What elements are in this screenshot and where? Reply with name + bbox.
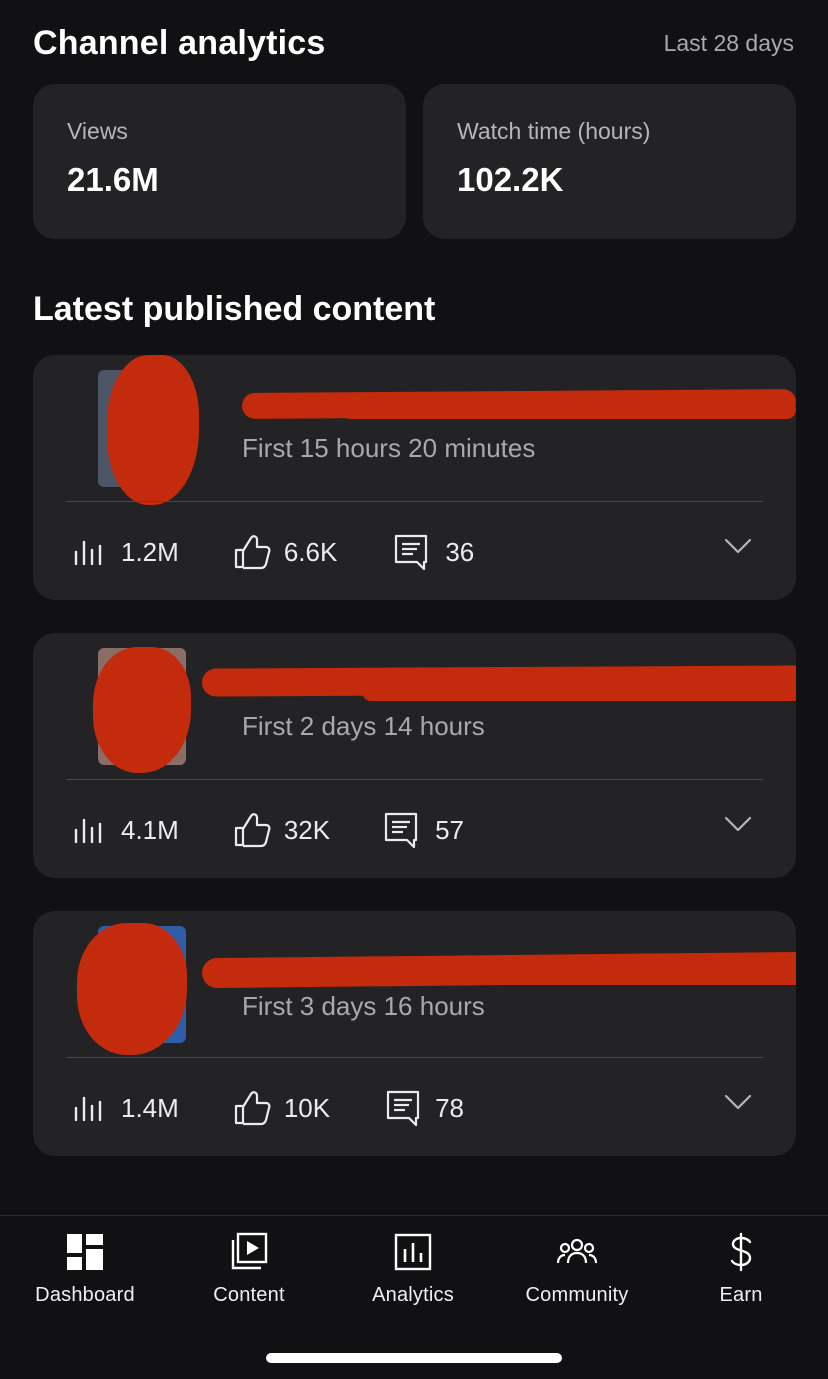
home-indicator[interactable]: [266, 1353, 562, 1363]
nav-analytics[interactable]: Analytics: [333, 1230, 493, 1307]
comments-count: 78: [435, 1092, 464, 1123]
views-count: 4.1M: [121, 814, 179, 845]
nav-label: Content: [213, 1284, 285, 1306]
bar-chart-icon: [74, 540, 102, 566]
nav-community[interactable]: Community: [497, 1230, 657, 1307]
redaction-mark: [93, 647, 191, 773]
likes-metric: 6.6K: [233, 534, 338, 570]
views-label: Views: [67, 118, 128, 144]
watch-time-value: 102.2K: [457, 161, 564, 198]
video-title-redacted: [201, 663, 796, 701]
views-metric: 1.2M: [73, 537, 179, 568]
date-range-selector[interactable]: Last 28 days: [664, 30, 794, 57]
likes-count: 32K: [283, 814, 331, 845]
nav-earn[interactable]: Earn: [661, 1230, 821, 1307]
community-icon: [556, 1230, 598, 1274]
chevron-down-icon[interactable]: [724, 538, 752, 554]
redaction-mark: [107, 355, 199, 505]
content-card[interactable]: First 15 hours 20 minutes 1.2M 6.6K 36: [33, 355, 796, 600]
comment-icon: [384, 812, 418, 849]
comment-icon: [395, 534, 428, 571]
likes-count: 6.6K: [283, 536, 338, 567]
page-title: Channel analytics: [33, 23, 326, 62]
analytics-screen: Channel analytics Last 28 days Views 21.…: [0, 0, 828, 1379]
views-metric: 4.1M: [73, 815, 179, 846]
comments-metric: 78: [385, 1089, 464, 1127]
dashboard-icon: [66, 1230, 104, 1274]
nav-label: Dashboard: [35, 1284, 135, 1306]
thumbs-up-icon: [234, 813, 271, 848]
metrics-row: 1.2M 6.6K 36: [73, 527, 474, 577]
video-duration-label: First 15 hours 20 minutes: [242, 433, 536, 463]
watch-time-card[interactable]: Watch time (hours) 102.2K: [423, 84, 796, 239]
bar-chart-icon: [74, 818, 102, 844]
stats-row: Views 21.6M Watch time (hours) 102.2K: [33, 84, 796, 239]
divider: [66, 501, 763, 502]
nav-content[interactable]: Content: [169, 1230, 329, 1307]
chevron-down-icon[interactable]: [724, 1094, 752, 1110]
comments-metric: 57: [383, 811, 464, 849]
content-card[interactable]: First 2 days 14 hours 4.1M 32K 57: [33, 633, 796, 878]
views-value: 21.6M: [67, 161, 159, 198]
comments-count: 36: [445, 536, 475, 567]
views-count: 1.2M: [121, 536, 179, 567]
likes-metric: 10K: [233, 1090, 330, 1126]
divider: [66, 779, 763, 780]
nav-label: Earn: [719, 1284, 763, 1306]
nav-label: Community: [525, 1284, 629, 1306]
chevron-down-icon[interactable]: [724, 816, 752, 832]
nav-dashboard[interactable]: Dashboard: [5, 1230, 165, 1307]
video-title-redacted: [241, 385, 796, 421]
comment-icon: [386, 1090, 420, 1127]
video-duration-label: First 2 days 14 hours: [242, 711, 485, 741]
likes-metric: 32K: [233, 812, 330, 848]
content-icon: [229, 1230, 269, 1274]
content-card[interactable]: First 3 days 16 hours 1.4M 10K 78: [33, 911, 796, 1156]
metrics-row: 1.4M 10K 78: [73, 1083, 464, 1133]
likes-count: 10K: [283, 1092, 331, 1123]
comments-count: 57: [435, 814, 464, 845]
section-title: Latest published content: [33, 290, 436, 328]
views-metric: 1.4M: [73, 1093, 179, 1124]
thumbs-up-icon: [234, 535, 271, 570]
views-count: 1.4M: [121, 1092, 179, 1123]
analytics-icon: [394, 1230, 432, 1274]
redaction-mark: [77, 923, 187, 1055]
views-card[interactable]: Views 21.6M: [33, 84, 406, 239]
header: Channel analytics Last 28 days: [33, 18, 794, 68]
nav-label: Analytics: [372, 1284, 454, 1306]
divider: [66, 1057, 763, 1058]
video-duration-label: First 3 days 16 hours: [242, 991, 485, 1021]
thumbs-up-icon: [234, 1091, 271, 1126]
video-title-redacted: [201, 941, 796, 989]
watch-time-label: Watch time (hours): [457, 118, 651, 144]
bar-chart-icon: [74, 1096, 102, 1122]
dollar-icon: [728, 1230, 754, 1274]
metrics-row: 4.1M 32K 57: [73, 805, 464, 855]
comments-metric: 36: [393, 533, 474, 571]
